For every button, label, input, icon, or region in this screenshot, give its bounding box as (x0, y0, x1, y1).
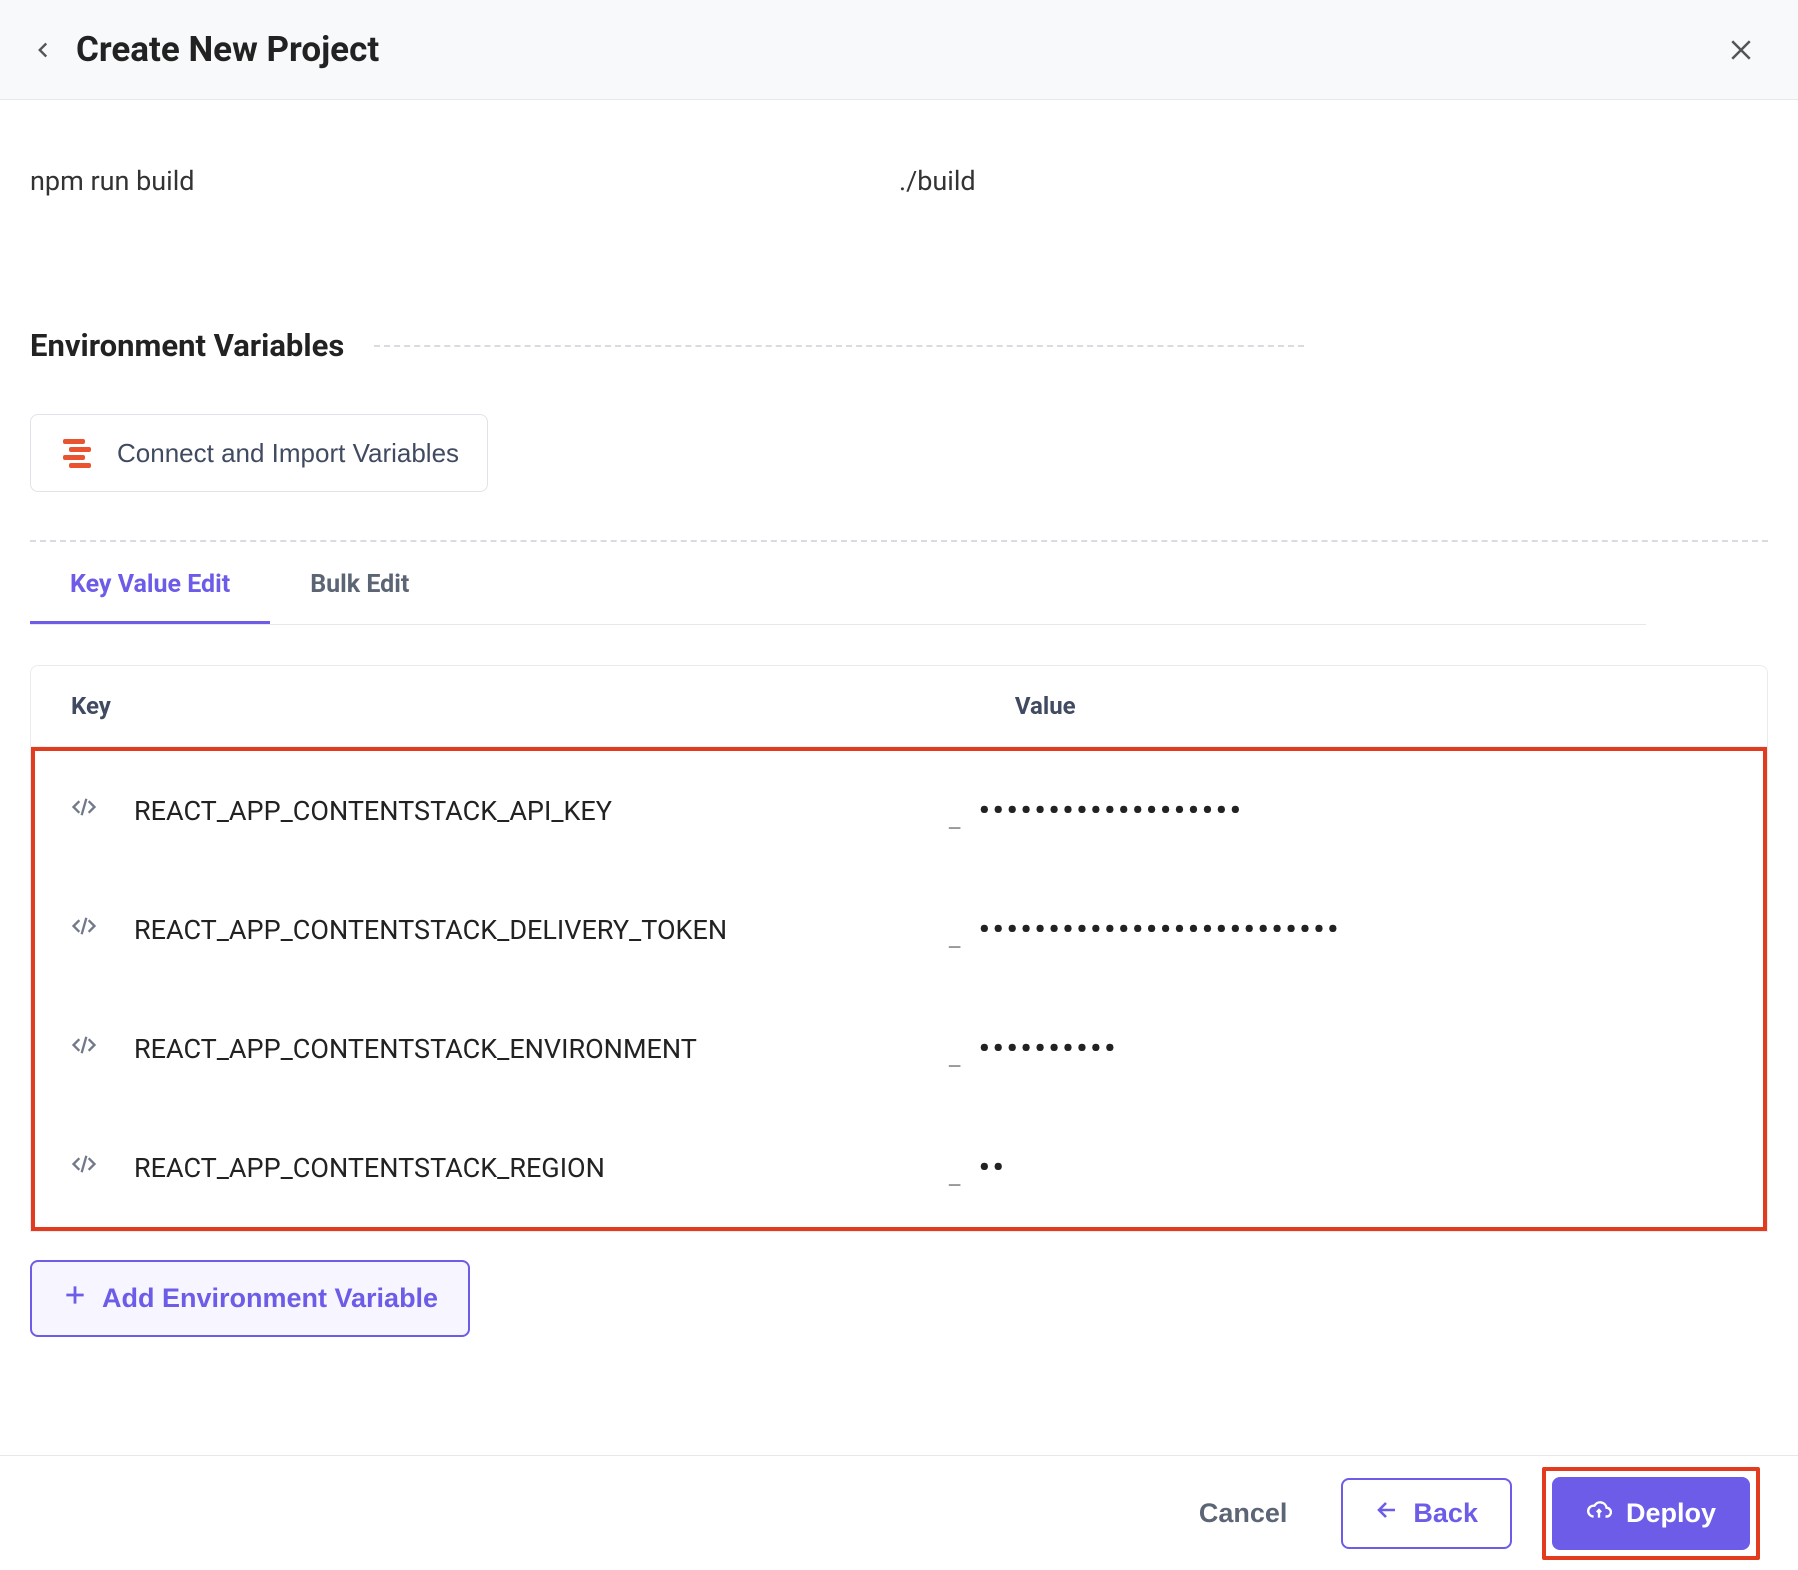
table-row: REACT_APP_CONTENTSTACK_DELIVERY_TOKEN _ … (35, 870, 1763, 989)
env-section-header: Environment Variables (30, 327, 1768, 364)
cancel-button[interactable]: Cancel (1175, 1480, 1312, 1547)
env-section-title: Environment Variables (30, 327, 344, 364)
back-label: Back (1413, 1498, 1478, 1529)
tab-key-value-edit[interactable]: Key Value Edit (30, 542, 270, 624)
code-icon (70, 912, 104, 947)
divider-dashed (374, 345, 1304, 347)
tab-bulk-edit[interactable]: Bulk Edit (270, 542, 449, 624)
env-key: REACT_APP_CONTENTSTACK_REGION (134, 1152, 605, 1184)
separator: _ (949, 1042, 979, 1072)
code-icon (70, 793, 104, 828)
deploy-highlight: Deploy (1542, 1467, 1760, 1560)
separator: _ (949, 804, 979, 834)
th-value: Value (1015, 692, 1727, 720)
table-row: REACT_APP_CONTENTSTACK_ENVIRONMENT _ •••… (35, 989, 1763, 1108)
modal-footer: Cancel Back Deploy (0, 1455, 1798, 1570)
back-arrow-icon[interactable] (30, 36, 58, 64)
back-button[interactable]: Back (1341, 1478, 1512, 1549)
code-icon (70, 1031, 104, 1066)
table-row: REACT_APP_CONTENTSTACK_API_KEY _ •••••••… (35, 751, 1763, 870)
env-key: REACT_APP_CONTENTSTACK_API_KEY (134, 795, 612, 827)
header-left: Create New Project (30, 29, 379, 70)
table-row: REACT_APP_CONTENTSTACK_REGION _ •• (35, 1108, 1763, 1227)
env-key: REACT_APP_CONTENTSTACK_ENVIRONMENT (134, 1033, 697, 1065)
close-icon[interactable] (1724, 33, 1758, 67)
deploy-label: Deploy (1626, 1498, 1716, 1529)
add-env-var-label: Add Environment Variable (102, 1283, 438, 1314)
env-value: ••••••••••••••••••• (979, 793, 1728, 828)
env-value: •••••••••••••••••••••••••• (979, 912, 1728, 947)
cloud-deploy-icon (1586, 1497, 1612, 1530)
env-key: REACT_APP_CONTENTSTACK_DELIVERY_TOKEN (134, 914, 727, 946)
connect-import-button[interactable]: Connect and Import Variables (30, 414, 488, 492)
env-table: Key Value REACT_APP_CONTENTSTACK_API_KEY… (30, 665, 1768, 1232)
modal-header: Create New Project (0, 0, 1798, 100)
separator: _ (949, 1161, 979, 1191)
connect-import-label: Connect and Import Variables (117, 438, 459, 469)
separator: _ (949, 923, 979, 953)
th-key: Key (71, 692, 1015, 720)
deploy-button[interactable]: Deploy (1552, 1477, 1750, 1550)
env-value: •••••••••• (979, 1031, 1728, 1066)
output-directory-value: ./build (899, 110, 1768, 197)
code-icon (70, 1150, 104, 1185)
page-title: Create New Project (76, 29, 379, 70)
tab-underline (30, 624, 1646, 625)
contentstack-icon (59, 433, 99, 473)
env-rows-highlight: REACT_APP_CONTENTSTACK_API_KEY _ •••••••… (31, 747, 1767, 1231)
add-env-var-button[interactable]: Add Environment Variable (30, 1260, 470, 1337)
plus-icon (62, 1282, 88, 1315)
build-settings-row: npm run build ./build (30, 100, 1768, 197)
build-command-value: npm run build (30, 110, 899, 197)
env-tabs: Key Value Edit Bulk Edit (30, 542, 1768, 624)
arrow-left-icon (1375, 1498, 1399, 1529)
content-area: npm run build ./build Environment Variab… (0, 100, 1798, 1455)
env-table-header: Key Value (31, 666, 1767, 747)
env-value: •• (979, 1150, 1728, 1185)
